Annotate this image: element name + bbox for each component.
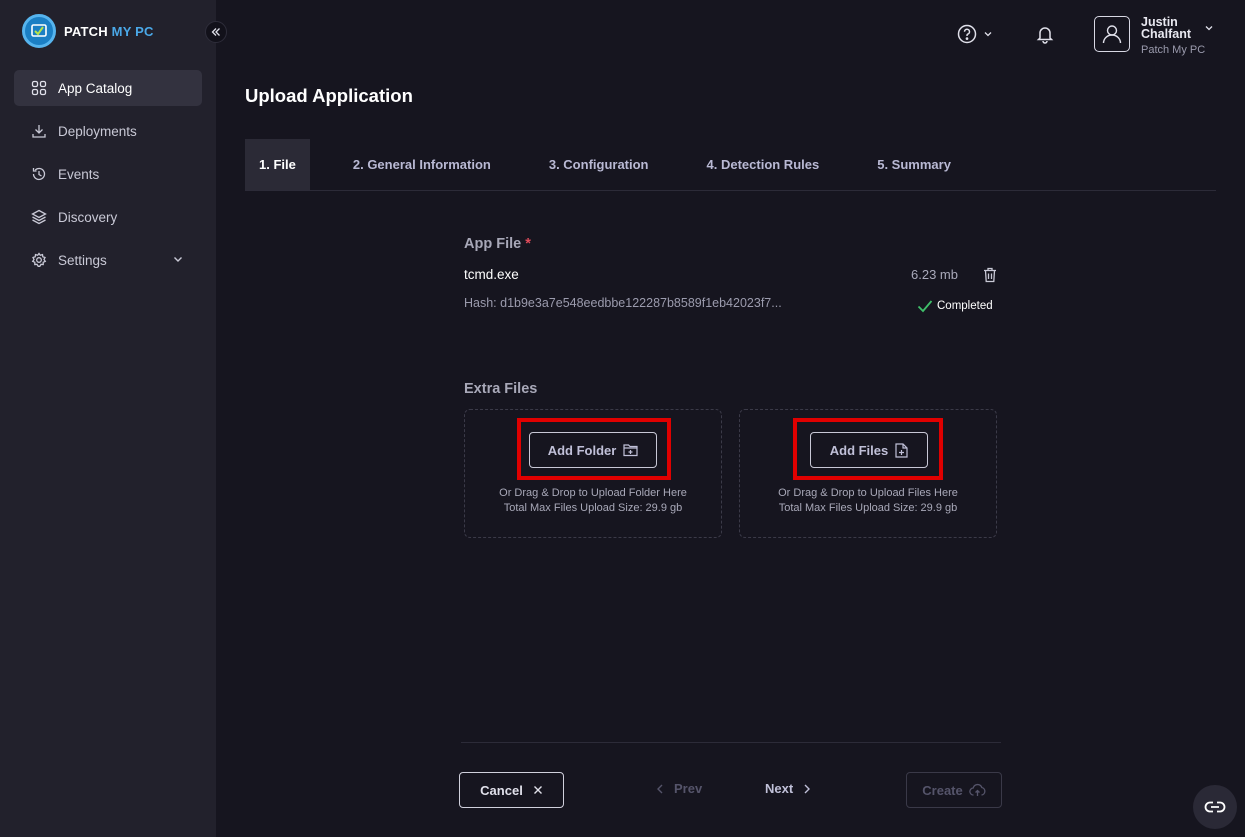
tab-summary[interactable]: 5. Summary bbox=[863, 139, 965, 190]
layers-icon bbox=[30, 208, 48, 226]
sidebar-item-label: App Catalog bbox=[58, 80, 133, 96]
create-button[interactable]: Create bbox=[906, 772, 1002, 808]
file-hash: Hash: d1b9e3a7e548eedbbe122287b8589f1eb4… bbox=[464, 296, 782, 310]
help-icon bbox=[957, 24, 977, 44]
trash-icon bbox=[984, 267, 996, 283]
link-icon bbox=[1204, 801, 1226, 813]
gear-icon bbox=[30, 251, 48, 269]
sidebar-item-settings[interactable]: Settings bbox=[14, 242, 202, 278]
upload-status: Completed bbox=[917, 299, 993, 313]
folder-plus-icon bbox=[623, 444, 638, 457]
check-icon bbox=[917, 300, 933, 313]
user-menu[interactable]: Justin Chalfant Patch My PC bbox=[1094, 15, 1214, 56]
tab-file[interactable]: 1. File bbox=[245, 139, 310, 190]
bell-icon bbox=[1036, 27, 1054, 44]
floating-action-button[interactable] bbox=[1193, 785, 1237, 829]
chevron-left-icon bbox=[657, 784, 663, 793]
chevron-down-icon bbox=[984, 32, 992, 37]
sidebar-item-discovery[interactable]: Discovery bbox=[14, 199, 202, 235]
cancel-button[interactable]: Cancel bbox=[459, 772, 564, 808]
grid-icon bbox=[30, 79, 48, 97]
required-mark: * bbox=[525, 236, 531, 252]
brand-name: PATCH MY PC bbox=[64, 23, 154, 39]
files-dropzone[interactable]: Add Files Or Drag & Drop to Upload Files… bbox=[739, 409, 997, 538]
chevron-down-icon bbox=[172, 253, 184, 268]
file-plus-icon bbox=[895, 442, 908, 458]
next-button[interactable]: Next bbox=[765, 781, 811, 796]
sidebar-item-label: Events bbox=[58, 166, 100, 182]
prev-button[interactable]: Prev bbox=[656, 781, 702, 796]
wizard-tabs: 1. File 2. General Information 3. Config… bbox=[245, 139, 1216, 191]
chevron-right-icon bbox=[804, 784, 811, 793]
brand-logo[interactable]: PATCH MY PC bbox=[22, 14, 154, 48]
folder-dropzone-hint: Or Drag & Drop to Upload Folder Here Tot… bbox=[499, 487, 687, 514]
user-name: Justin Chalfant bbox=[1141, 15, 1191, 41]
avatar bbox=[1094, 16, 1130, 52]
notifications-button[interactable] bbox=[1035, 24, 1055, 49]
sidebar-nav: App Catalog Deployments Events Discovery… bbox=[14, 70, 202, 285]
tab-detection-rules[interactable]: 4. Detection Rules bbox=[693, 139, 834, 190]
close-icon bbox=[533, 786, 542, 794]
sidebar: PATCH MY PC App Catalog Deployments Even… bbox=[0, 0, 216, 837]
sidebar-item-events[interactable]: Events bbox=[14, 156, 202, 192]
history-icon bbox=[30, 165, 48, 183]
page-title: Upload Application bbox=[245, 85, 413, 106]
user-org: Patch My PC bbox=[1141, 44, 1206, 56]
download-icon bbox=[30, 122, 48, 140]
extra-files-label: Extra Files bbox=[464, 381, 538, 397]
sidebar-item-label: Discovery bbox=[58, 209, 118, 225]
file-size: 6.23 mb bbox=[911, 267, 958, 282]
cloud-upload-icon bbox=[968, 783, 986, 796]
collapse-sidebar-button[interactable] bbox=[205, 21, 227, 43]
add-files-button[interactable]: Add Files bbox=[810, 432, 928, 468]
add-folder-button[interactable]: Add Folder bbox=[529, 432, 657, 468]
files-dropzone-hint: Or Drag & Drop to Upload Files Here Tota… bbox=[778, 487, 958, 514]
sidebar-item-label: Settings bbox=[58, 252, 107, 268]
sidebar-item-app-catalog[interactable]: App Catalog bbox=[14, 70, 202, 106]
tab-configuration[interactable]: 3. Configuration bbox=[535, 139, 663, 190]
sidebar-item-label: Deployments bbox=[58, 123, 137, 139]
folder-dropzone[interactable]: Add Folder Or Drag & Drop to Upload Fold… bbox=[464, 409, 722, 538]
help-menu[interactable] bbox=[957, 24, 993, 44]
user-icon bbox=[1102, 25, 1122, 44]
sidebar-item-deployments[interactable]: Deployments bbox=[14, 113, 202, 149]
footer-divider bbox=[461, 742, 1001, 743]
app-file-label: App File * bbox=[464, 236, 531, 252]
tab-general-information[interactable]: 2. General Information bbox=[339, 139, 505, 190]
patch-my-pc-logo-icon bbox=[22, 14, 56, 48]
delete-file-button[interactable] bbox=[983, 267, 997, 288]
chevron-down-icon bbox=[1204, 20, 1214, 38]
double-chevron-left-icon bbox=[211, 28, 220, 36]
file-name: tcmd.exe bbox=[464, 267, 519, 282]
